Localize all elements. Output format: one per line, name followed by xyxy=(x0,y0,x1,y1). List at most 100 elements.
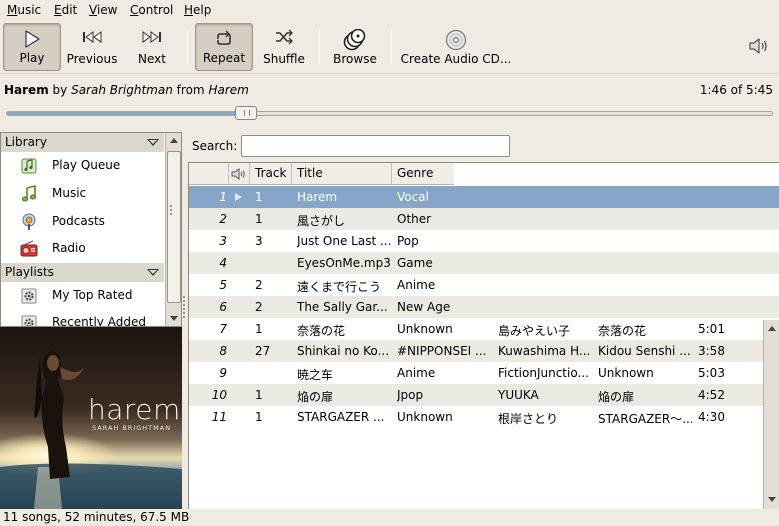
sidebar-item-label: Play Queue xyxy=(52,158,121,172)
sidebar-item-podcasts[interactable]: Podcasts xyxy=(1,209,164,235)
previous-button-label: Previous xyxy=(66,52,118,66)
column-header-title[interactable]: Title xyxy=(292,163,392,185)
row-title: 遠くまで行こう xyxy=(297,280,382,294)
column-header-number[interactable] xyxy=(189,163,229,185)
sidebar-item-music[interactable]: Music xyxy=(1,181,164,207)
sidebar-scrollbar[interactable] xyxy=(165,133,181,326)
row-track: 2 xyxy=(255,300,263,314)
menu-view-mnemonic: V xyxy=(89,3,97,17)
table-row[interactable]: 1 1 Harem Vocal xyxy=(189,186,779,208)
scroll-up-arrow-icon[interactable] xyxy=(170,138,178,143)
pane-splitter-grip[interactable] xyxy=(183,296,186,320)
grip-dot xyxy=(183,296,185,298)
table-row[interactable]: 9 暁之车 Anime FictionJunctio... Unknown 5:03 xyxy=(189,362,779,384)
menu-help[interactable]: Help xyxy=(184,3,211,17)
menu-music-mnemonic: M xyxy=(7,3,18,17)
table-row[interactable]: 7 1 奈落の花 Unknown 島みやえい子 奈落の花 5:01 xyxy=(189,318,779,340)
scroll-down-arrow-icon[interactable] xyxy=(170,316,178,321)
create-audio-cd-button[interactable]: Create Audio CD... xyxy=(398,23,514,71)
row-title: 奈落の花 xyxy=(297,324,346,338)
row-genre: Unknown xyxy=(397,322,453,336)
row-artist: 島みやえい子 xyxy=(498,324,571,338)
grip-dot xyxy=(183,312,185,314)
search-input[interactable] xyxy=(242,136,509,156)
status-summary: 11 songs, 52 minutes, 67.5 MB xyxy=(3,510,190,524)
repeat-button[interactable]: Repeat xyxy=(195,23,253,71)
column-header-genre[interactable]: Genre xyxy=(392,163,454,185)
search-label-text: Search: xyxy=(192,139,238,153)
row-artist: Kuwashima H... xyxy=(498,344,591,358)
sidebar-item-play-queue[interactable]: Play Queue xyxy=(1,153,164,179)
previous-button[interactable]: Previous xyxy=(63,23,121,71)
grip-dot xyxy=(183,308,185,310)
smart-playlist-gear-icon xyxy=(21,315,37,326)
seek-bar[interactable] xyxy=(6,111,773,116)
next-button[interactable]: Next xyxy=(123,23,181,71)
sidebar-scrollbar-thumb[interactable] xyxy=(167,151,181,303)
table-row[interactable]: 10 1 焔の扉 Jpop YUUKA 焔の扉 4:52 xyxy=(189,384,779,406)
menu-music[interactable]: Music xyxy=(7,3,41,17)
grip-dot xyxy=(183,304,185,306)
collapse-arrow-icon xyxy=(147,139,159,146)
table-row[interactable]: 5 2 遠くまで行こう Anime xyxy=(189,274,779,296)
scroll-down-arrow-icon[interactable] xyxy=(768,497,776,502)
sidebar-item-radio[interactable]: Radio xyxy=(1,236,164,262)
row-track: 27 xyxy=(255,344,271,358)
menu-edit-rest: dit xyxy=(61,3,78,17)
row-album: Unknown xyxy=(598,366,654,380)
row-number: 6 xyxy=(219,300,227,314)
row-genre: Game xyxy=(397,256,433,270)
play-button[interactable]: Play xyxy=(3,23,61,71)
menu-view[interactable]: View xyxy=(89,3,117,17)
row-genre: Anime xyxy=(397,278,436,292)
track-list: Track Title Genre 1 1 Harem Vocal 2 1 風さがし Othe… xyxy=(188,162,779,510)
volume-button[interactable] xyxy=(748,36,770,58)
now-playing-by: by xyxy=(52,83,68,97)
sidebar-item-recently-added[interactable]: Recently Added xyxy=(1,310,164,326)
menu-edit[interactable]: Edit xyxy=(54,3,77,17)
sidebar-item-my-top-rated[interactable]: My Top Rated xyxy=(1,283,164,309)
collapse-arrow-icon xyxy=(147,269,159,276)
browse-discs-icon xyxy=(343,29,366,51)
row-artist: YUUKA xyxy=(498,388,539,402)
toolbar-separator xyxy=(319,30,320,64)
source-sidebar: Library Play Queue Music Podcasts Radio … xyxy=(0,132,182,327)
playlists-header[interactable]: Playlists xyxy=(1,263,164,282)
table-row[interactable]: 2 1 風さがし Other xyxy=(189,208,779,230)
browse-button-label: Browse xyxy=(333,52,377,66)
menu-view-rest: iew xyxy=(96,3,118,17)
row-genre: Other xyxy=(397,212,432,226)
now-playing-line: Harem by Sarah Brightman from Harem xyxy=(4,83,249,97)
row-number: 1 xyxy=(219,190,227,204)
play-icon xyxy=(25,30,40,48)
grip-dot xyxy=(170,205,172,207)
browse-button[interactable]: Browse xyxy=(326,23,384,71)
row-track: 1 xyxy=(255,322,263,336)
table-row[interactable]: 4 EyesOnMe.mp3 Game xyxy=(189,252,779,274)
row-genre: Anime xyxy=(397,366,436,380)
menu-control[interactable]: Control xyxy=(130,3,173,17)
table-row[interactable]: 6 2 The Sally Gar... New Age xyxy=(189,296,779,318)
table-row[interactable]: 3 3 Just One Last ... Pop xyxy=(189,230,779,252)
sidebar-item-label: Podcasts xyxy=(52,214,105,228)
seek-bar-handle[interactable] xyxy=(235,106,257,120)
now-playing-title: Harem xyxy=(4,83,49,97)
scroll-up-arrow-icon[interactable] xyxy=(768,326,776,331)
table-row[interactable]: 8 27 Shinkai no Ko... #NIPPONSEI ... Kuwashi… xyxy=(189,340,779,362)
row-track: 3 xyxy=(255,234,263,248)
smart-playlist-gear-icon xyxy=(21,288,37,304)
search-input-box[interactable] xyxy=(241,135,510,157)
sidebar-item-label: Music xyxy=(52,186,87,200)
row-number: 10 xyxy=(211,388,227,402)
repeat-icon xyxy=(217,30,231,45)
menubar: Music Edit View Control Help xyxy=(0,0,779,20)
row-title: 暁之车 xyxy=(297,368,334,382)
tracklist-scrollbar[interactable] xyxy=(763,320,779,510)
create-audio-cd-label: Create Audio CD... xyxy=(400,52,512,66)
library-header[interactable]: Library xyxy=(1,133,164,152)
column-header-track[interactable]: Track xyxy=(250,163,292,185)
table-row[interactable]: 11 1 STARGAZER ... Unknown 根岸さとり STARGAZER～..… xyxy=(189,406,779,428)
shuffle-button[interactable]: Shuffle xyxy=(255,23,313,71)
column-header-playing[interactable] xyxy=(229,163,250,185)
speaker-volume-icon xyxy=(749,38,767,54)
